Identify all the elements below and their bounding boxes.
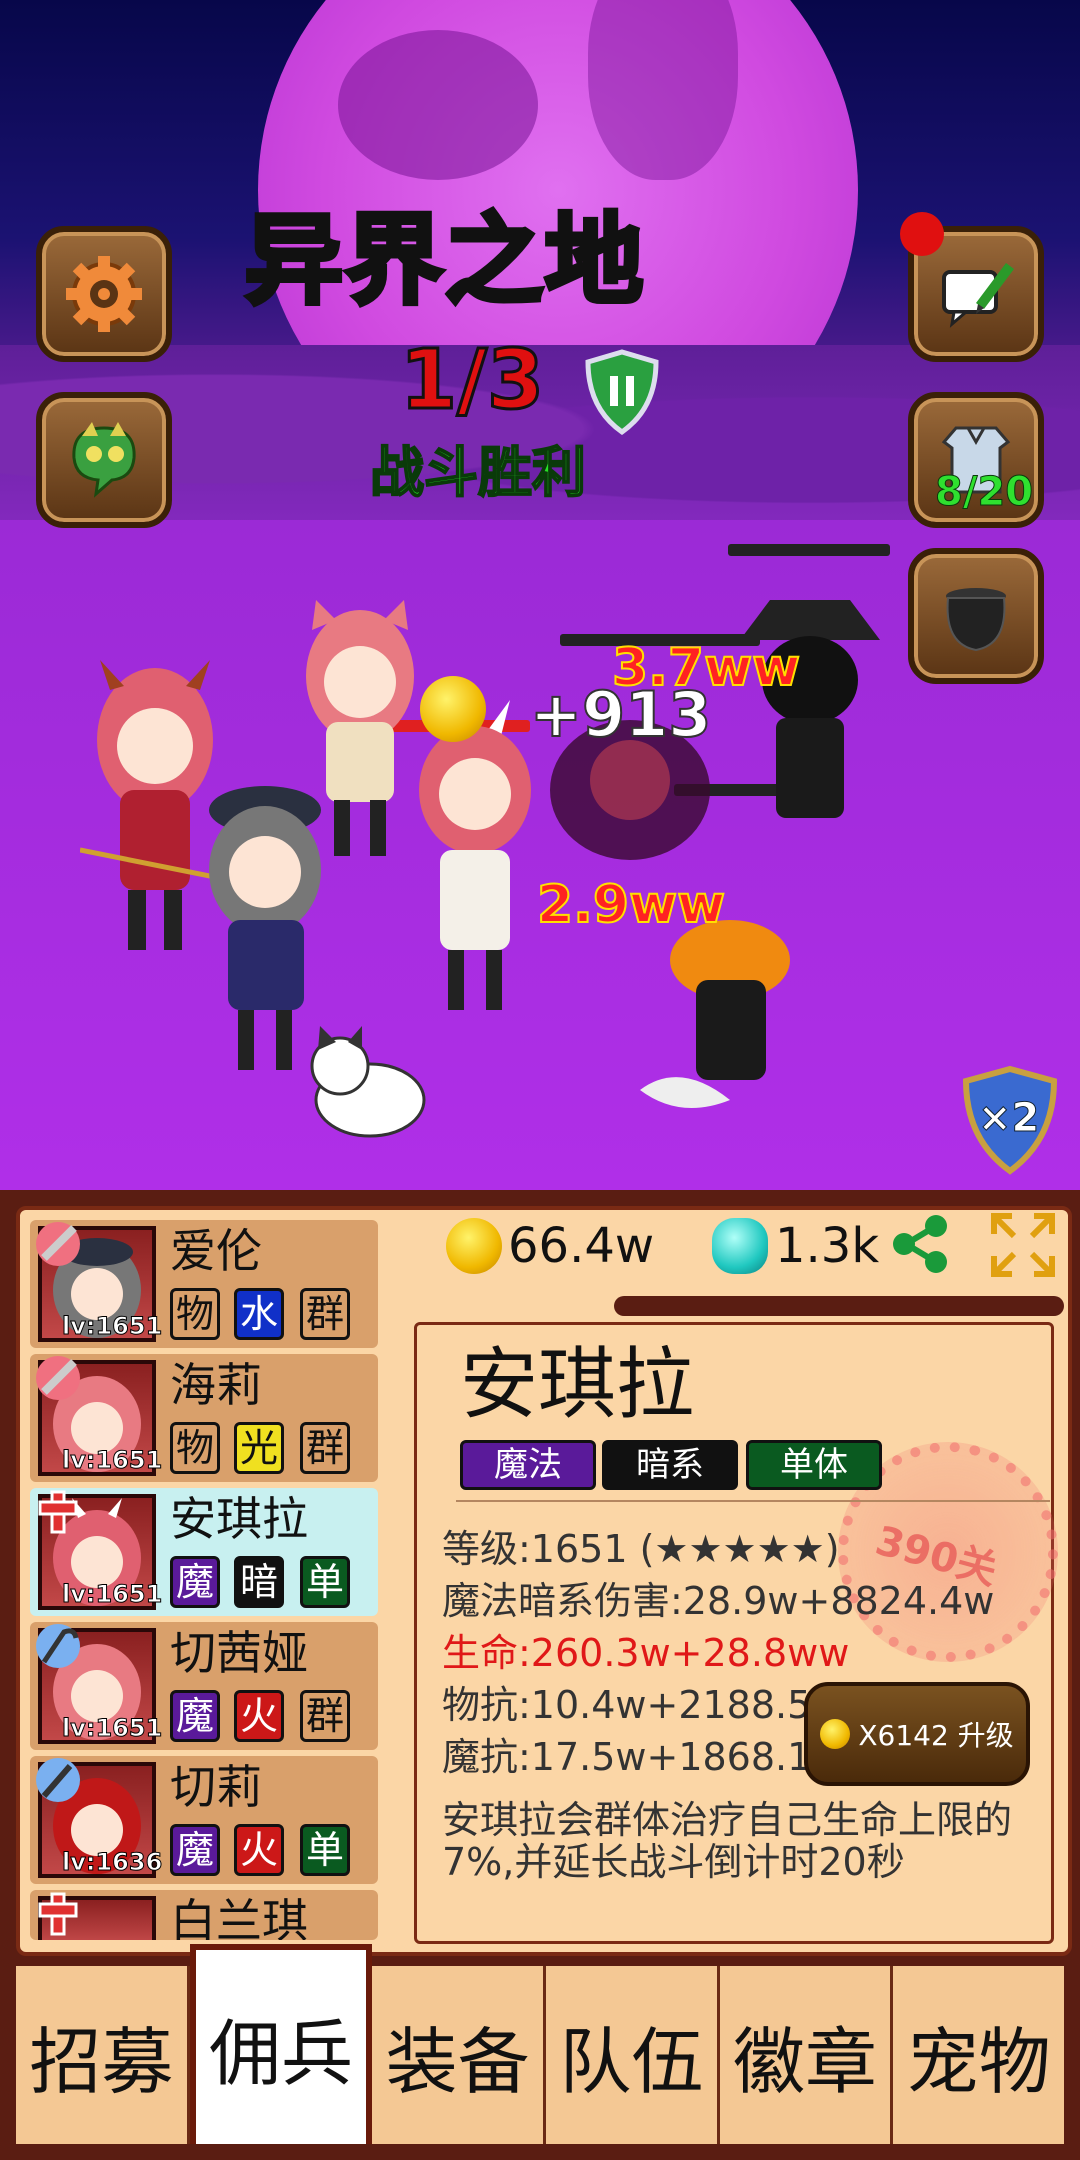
notification-dot	[900, 212, 944, 256]
cauldron-icon	[946, 588, 1006, 652]
mercenary-item[interactable]: lv:1636 切莉 魔 火 单	[30, 1756, 378, 1884]
enemy-pumpkin	[640, 920, 790, 1108]
upgrade-button[interactable]: X6142 升级	[804, 1682, 1030, 1786]
mercenary-level: lv:1651	[61, 1446, 163, 1474]
gold-coin-icon	[820, 1719, 851, 1749]
staff-icon	[36, 1758, 80, 1802]
mercenary-item[interactable]: lv:1651 海莉 物 光 群	[30, 1354, 378, 1482]
expand-icon[interactable]	[990, 1212, 1056, 1278]
gear-icon	[66, 256, 142, 332]
tag-magic: 魔	[170, 1556, 220, 1608]
tab-recruit[interactable]: 招募	[16, 1966, 190, 2144]
tab-team[interactable]: 队伍	[546, 1966, 720, 2144]
scythe-icon	[36, 1624, 80, 1668]
battle-scene: 8/20 异界之地 1/3 战斗胜利 3.7ww +913 2.9ww ×2	[0, 0, 1080, 1190]
mercenary-name: 爱伦	[170, 1224, 262, 1278]
gold-amount: 66.4w	[508, 1218, 655, 1274]
tag-single: 单	[300, 1556, 350, 1608]
tag-magic: 魔	[170, 1824, 220, 1876]
mercenary-level: lv:1636	[61, 1848, 163, 1876]
mercenary-name: 切茜娅	[170, 1626, 308, 1680]
mercenary-item[interactable]: lv:1651 切茜娅 魔 火 群	[30, 1622, 378, 1750]
detail-damage: 魔法暗系伤害:28.9w+8824.4w	[442, 1579, 995, 1623]
tab-equipment[interactable]: 装备	[372, 1966, 547, 2144]
stage-progress: 1/3	[398, 333, 545, 428]
sword-icon	[36, 1222, 80, 1266]
ally-bunny-girl	[419, 700, 531, 1010]
enemy-hp-bar	[728, 544, 890, 556]
edit-message-icon	[942, 263, 1014, 328]
detail-divider-bar	[614, 1296, 1064, 1316]
tag-dark: 暗	[234, 1556, 284, 1608]
cross-icon	[38, 1490, 78, 1534]
detail-separator	[456, 1500, 1050, 1502]
heal-number: +913	[529, 678, 712, 751]
bottom-tab-bar: 招募 佣兵 装备 队伍 徽章 宠物	[16, 1944, 1065, 2144]
tag-group: 群	[300, 1690, 350, 1742]
tag-group: 群	[300, 1288, 350, 1340]
sword-icon	[36, 1356, 80, 1400]
stage-title: 异界之地	[242, 204, 646, 318]
detail-tag-magic: 魔法	[460, 1440, 596, 1490]
pet-cat	[310, 1026, 426, 1138]
upgrade-label: X6142 升级	[858, 1719, 1014, 1752]
pause-button[interactable]	[582, 348, 662, 436]
mercenary-item-selected[interactable]: lv:1651 安琪拉 魔 暗 单	[30, 1488, 378, 1616]
chat-monster-button[interactable]	[36, 392, 172, 528]
mercenary-item[interactable]: lv:1651 爱伦 物 水 群	[30, 1220, 378, 1348]
monster-chat-icon	[72, 422, 136, 498]
mercenary-name: 海莉	[170, 1358, 262, 1412]
detail-level: 等级:1651 (★★★★★)	[442, 1527, 840, 1571]
tag-single: 单	[300, 1824, 350, 1876]
gold-coin-icon	[446, 1218, 502, 1274]
mercenary-level: lv:1651	[61, 1580, 163, 1608]
speed-button[interactable]: ×2	[960, 1065, 1060, 1175]
tag-magic: 魔	[170, 1690, 220, 1742]
tag-water: 水	[234, 1288, 284, 1340]
cross-icon	[38, 1892, 78, 1936]
enemy-pirate	[740, 600, 880, 818]
tag-group: 群	[300, 1422, 350, 1474]
mercenary-name: 安琪拉	[170, 1492, 308, 1546]
gem-amount: 1.3k	[775, 1218, 880, 1274]
mercenary-level: lv:1651	[61, 1312, 163, 1340]
detail-tag-dark: 暗系	[602, 1440, 738, 1490]
cauldron-button[interactable]	[908, 548, 1044, 684]
detail-physical-defense: 物抗:10.4w+2188.5w	[442, 1683, 843, 1727]
detail-description: 安琪拉会群体治疗自己生命上限的7%,并延长战斗倒计时20秒	[442, 1798, 1013, 1884]
tab-pet[interactable]: 宠物	[893, 1966, 1065, 2144]
detail-name: 安琪拉	[460, 1340, 695, 1430]
share-icon[interactable]	[888, 1212, 952, 1276]
tab-mercenary[interactable]: 佣兵	[189, 1944, 373, 2144]
tag-fire: 火	[234, 1824, 284, 1876]
tag-physical: 物	[170, 1288, 220, 1340]
settings-button[interactable]	[36, 226, 172, 362]
coin-drop-icon	[420, 676, 486, 742]
detail-hp: 生命:260.3w+28.8ww	[442, 1631, 850, 1675]
mercenary-name: 白兰琪	[170, 1894, 308, 1940]
gem-icon	[712, 1218, 768, 1274]
mercenary-item[interactable]: 白兰琪	[30, 1890, 378, 1940]
tab-badge[interactable]: 徽章	[719, 1966, 894, 2144]
detail-tag-single: 单体	[746, 1440, 882, 1490]
tag-light: 光	[234, 1422, 284, 1474]
damage-number: 2.9ww	[536, 875, 726, 935]
speed-label: ×2	[977, 1095, 1040, 1142]
mercenary-name: 切莉	[170, 1760, 262, 1814]
armor-count: 8/20	[934, 469, 1034, 515]
detail-magic-defense: 魔抗:17.5w+1868.1w	[442, 1735, 843, 1779]
tag-physical: 物	[170, 1422, 220, 1474]
tag-fire: 火	[234, 1690, 284, 1742]
mercenary-level: lv:1651	[61, 1714, 163, 1742]
battle-status: 战斗胜利	[369, 441, 587, 504]
